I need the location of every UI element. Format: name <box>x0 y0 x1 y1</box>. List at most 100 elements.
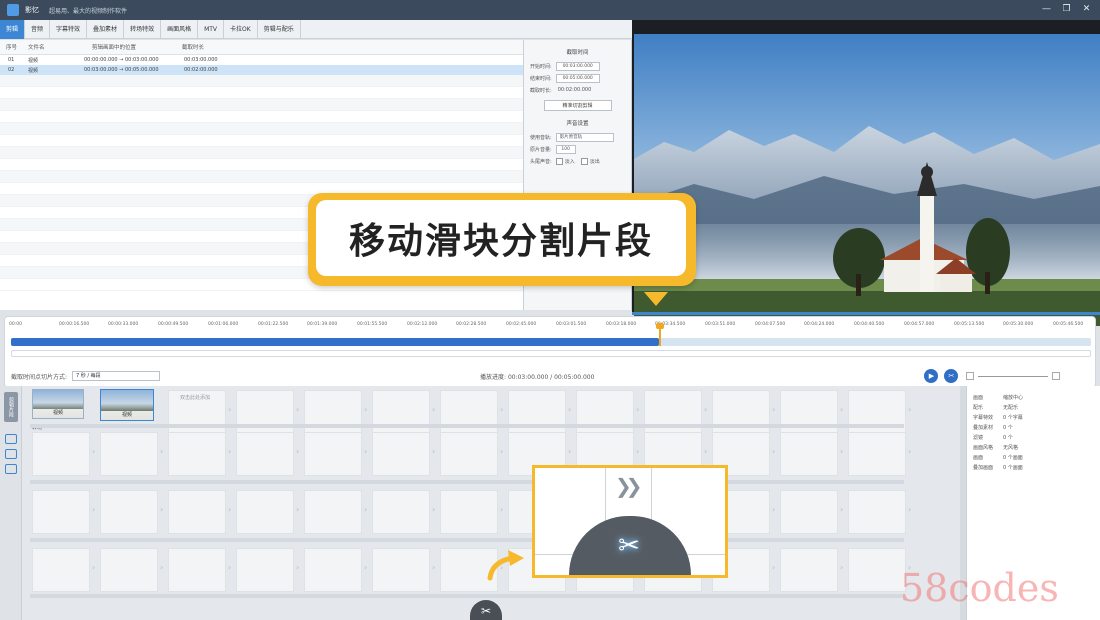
zoom-detail: ❯❯ ✂ <box>532 465 728 578</box>
section-audio-title: 声音设置 <box>566 121 589 127</box>
storyboard-slot[interactable] <box>848 490 906 534</box>
chevron-right-icon: › <box>92 563 96 572</box>
time-readout: 播放进度: 00:03:00.000 / 00:05:00.000 <box>480 373 595 381</box>
crop-icon[interactable] <box>5 434 17 444</box>
fade-in-checkbox[interactable] <box>555 157 563 165</box>
storyboard-slot[interactable] <box>848 548 906 592</box>
zoom-slider[interactable] <box>978 375 1049 377</box>
ruler-tick-label: 00:01:55.500 <box>357 322 388 327</box>
chevron-right-icon: › <box>228 405 232 414</box>
list-header: 序号 文件名 剪辑画面中的位置 截取时长 <box>0 40 523 55</box>
storyboard-slot[interactable] <box>304 490 362 534</box>
summary-row: 叠加画面 0 个画面 <box>973 464 1023 471</box>
ruler-tick-label: 00:01:22.500 <box>258 322 289 327</box>
clip-thumbnail[interactable]: 视频 <box>32 389 84 419</box>
tab-mtv[interactable]: MTV <box>198 19 225 39</box>
ruler-tick-label: 00:02:45.000 <box>506 322 537 327</box>
storyboard-slot[interactable] <box>168 548 226 592</box>
chevron-right-icon: › <box>908 405 912 414</box>
audio-track-select[interactable]: 影片原音轨 <box>555 132 614 142</box>
timeline-scrollbar[interactable] <box>11 350 1091 357</box>
chevron-right-icon: › <box>908 505 912 514</box>
chevron-right-icon: › <box>636 447 640 456</box>
storyboard: 剪辑片段 › › › › › › › › › › › › › › › › › › › › › › › › › › › › › › › › › › ›… <box>0 386 960 620</box>
video-preview[interactable] <box>632 20 1100 326</box>
effects-icon[interactable] <box>5 464 17 474</box>
ruler-tick-label: 00:02:28.500 <box>456 322 487 327</box>
clip-thumbnail-selected[interactable]: 视频 <box>100 389 154 421</box>
chevron-right-icon: › <box>364 563 368 572</box>
tab-transition[interactable]: 转场特效 <box>124 19 162 39</box>
storyboard-slot[interactable] <box>32 548 90 592</box>
maximize-button[interactable]: ❐ <box>1061 4 1072 15</box>
tab-edit[interactable]: 剪辑 <box>0 19 26 39</box>
end-time-field[interactable]: 00:05:00.000 <box>555 73 600 83</box>
chevron-right-icon: › <box>908 447 912 456</box>
list-row-selected[interactable]: 02 视频 00:03:00.000 → 00:05:00.000 00:02:… <box>0 65 523 75</box>
chevron-right-icon: › <box>772 505 776 514</box>
tab-subtitle[interactable]: 字幕特效 <box>50 19 88 39</box>
storyboard-slot[interactable] <box>372 432 430 476</box>
storyboard-slot[interactable] <box>168 490 226 534</box>
timeline-track[interactable] <box>11 338 1091 346</box>
col-length: 截取时长 <box>182 45 205 51</box>
chevron-right-icon: › <box>568 447 572 456</box>
storyboard-slot[interactable] <box>440 432 498 476</box>
screen-icon[interactable] <box>5 449 17 459</box>
storyboard-slot[interactable] <box>780 490 838 534</box>
storyboard-slot[interactable] <box>304 432 362 476</box>
menu-tabs: 剪辑 音频 字幕特效 叠加素材 转场特效 画面风格 MTV 卡拉OK 剪辑与配乐 <box>0 19 632 39</box>
zoom-in-button[interactable] <box>1052 372 1061 380</box>
ruler-tick-label: 00:05:13.500 <box>954 322 985 327</box>
ruler-tick-label: 00:00 <box>9 322 22 327</box>
storyboard-slot[interactable] <box>304 548 362 592</box>
split-scissors-button[interactable]: ✂ <box>944 369 959 383</box>
storyboard-slot[interactable] <box>372 548 430 592</box>
storyboard-slot[interactable] <box>780 548 838 592</box>
storyboard-slot[interactable] <box>32 490 90 534</box>
storyboard-slot[interactable] <box>236 548 294 592</box>
window-title: 超易用、最大的视频制作软件 <box>49 7 128 15</box>
storyboard-slot[interactable] <box>168 432 226 476</box>
storyboard-slot[interactable] <box>440 490 498 534</box>
chevron-right-icon: › <box>92 447 96 456</box>
tab-style[interactable]: 画面风格 <box>161 19 199 39</box>
col-name: 文件名 <box>28 45 45 51</box>
split-slider-handle[interactable] <box>656 323 664 346</box>
chevron-right-icon: › <box>160 563 164 572</box>
storyboard-slot[interactable] <box>372 490 430 534</box>
close-button[interactable]: ✕ <box>1081 4 1092 15</box>
chevron-right-icon: › <box>364 405 368 414</box>
fade-out-checkbox[interactable] <box>580 157 588 165</box>
tab-overlay[interactable]: 叠加素材 <box>87 19 125 39</box>
storyboard-slot[interactable] <box>848 432 906 476</box>
start-time-field[interactable]: 00:03:00.000 <box>555 61 600 71</box>
split-mode-select[interactable]: 7 秒 / 每段 <box>72 371 161 381</box>
storyboard-slot[interactable] <box>236 432 294 476</box>
chevron-right-icon: › <box>228 505 232 514</box>
col-no: 序号 <box>6 45 18 51</box>
scissors-icon[interactable]: ✂ <box>609 526 649 566</box>
storyboard-slot[interactable] <box>100 548 158 592</box>
storyboard-tab[interactable]: 剪辑片段 <box>4 392 18 422</box>
precise-cut-button[interactable]: 精准切割剪辑 <box>543 100 612 111</box>
storyboard-slot[interactable] <box>100 432 158 476</box>
app-name: 影忆 <box>25 6 39 14</box>
add-clip-hint[interactable]: 双击此处添加 <box>180 394 210 401</box>
list-row[interactable]: 01 视频 00:00:00.000 → 00:03:00.000 00:03:… <box>0 55 523 65</box>
ruler-tick-label: 00:02:12.000 <box>407 322 438 327</box>
tab-audio[interactable]: 音频 <box>25 19 51 39</box>
minimize-button[interactable]: — <box>1041 4 1052 15</box>
storyboard-slot[interactable] <box>236 490 294 534</box>
chevron-right-icon: › <box>296 505 300 514</box>
chevron-right-icon: › <box>160 505 164 514</box>
tab-karaoke[interactable]: 卡拉OK <box>224 19 258 39</box>
chevron-right-icon: › <box>840 405 844 414</box>
storyboard-slot[interactable] <box>100 490 158 534</box>
zoom-out-button[interactable] <box>966 372 975 380</box>
volume-field[interactable]: 100 <box>555 144 576 154</box>
storyboard-slot[interactable] <box>780 432 838 476</box>
storyboard-slot[interactable] <box>32 432 90 476</box>
play-button[interactable]: ▶ <box>924 369 939 383</box>
tab-music[interactable]: 剪辑与配乐 <box>258 19 301 39</box>
